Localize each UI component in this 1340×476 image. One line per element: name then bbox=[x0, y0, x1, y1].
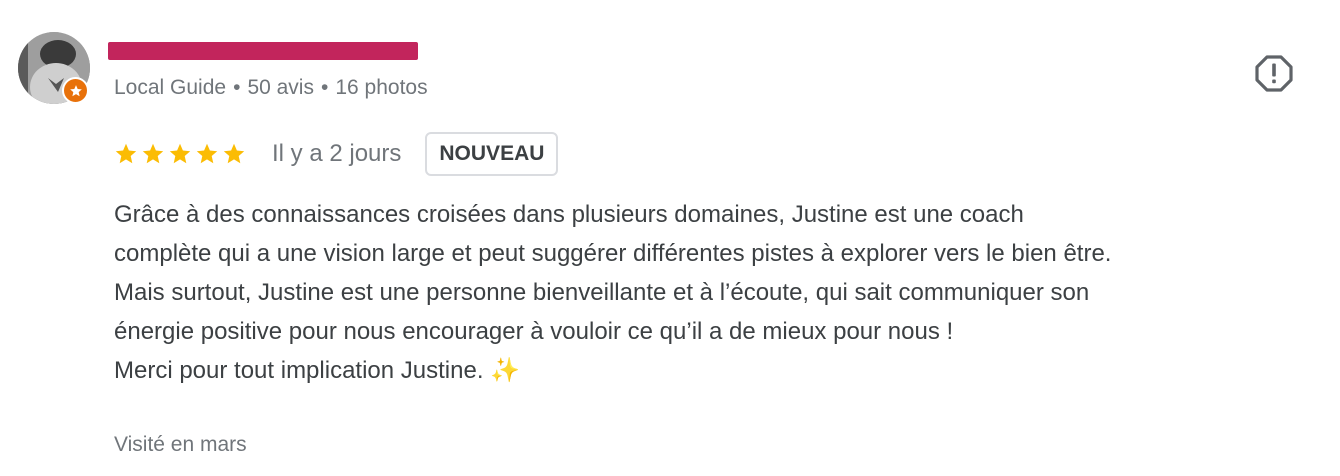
star-rating bbox=[114, 142, 246, 166]
review-text: Grâce à des connaissances croisées dans … bbox=[114, 195, 1329, 390]
review-text-last: Merci pour tout implication Justine. bbox=[114, 357, 484, 384]
sparkles-emoji: ✨ bbox=[490, 357, 521, 384]
name-redaction-bar bbox=[108, 42, 418, 60]
star-icon bbox=[223, 143, 245, 164]
meta-separator: • bbox=[320, 76, 329, 99]
review-date: Il y a 2 jours bbox=[272, 140, 402, 167]
local-guide-label: Local Guide bbox=[114, 76, 227, 99]
visited-date: Visité en mars bbox=[114, 433, 247, 456]
star-icon bbox=[196, 143, 218, 164]
report-icon[interactable] bbox=[1254, 53, 1294, 93]
reviews-count: 50 avis bbox=[247, 76, 314, 99]
meta-separator: • bbox=[233, 76, 241, 99]
star-icon bbox=[69, 84, 82, 96]
review-text-line: Grâce à des connaissances croisées dans … bbox=[114, 201, 1024, 228]
new-badge: NOUVEAU bbox=[425, 132, 559, 176]
star-icon bbox=[142, 143, 164, 164]
author-meta: Local Guide • 50 avis • 16 photos bbox=[114, 75, 428, 101]
star-icon bbox=[115, 143, 137, 164]
review-text-line: Merci pour tout implication Justine. ✨ bbox=[114, 351, 1329, 390]
local-guide-badge bbox=[62, 77, 89, 104]
review-text-line: énergie positive pour nous encourager à … bbox=[114, 318, 954, 345]
photos-count: 16 photos bbox=[335, 76, 428, 99]
star-icon bbox=[169, 143, 191, 164]
rating-row: Il y a 2 jours NOUVEAU bbox=[114, 130, 559, 178]
review-card: Local Guide • 50 avis • 16 photos Il y a 2 j… bbox=[0, 0, 1340, 476]
avatar[interactable] bbox=[18, 32, 90, 104]
review-text-line: complète qui a une vision large et peut … bbox=[114, 240, 1112, 267]
review-text-line: Mais surtout, Justine est une personne b… bbox=[114, 279, 1090, 306]
